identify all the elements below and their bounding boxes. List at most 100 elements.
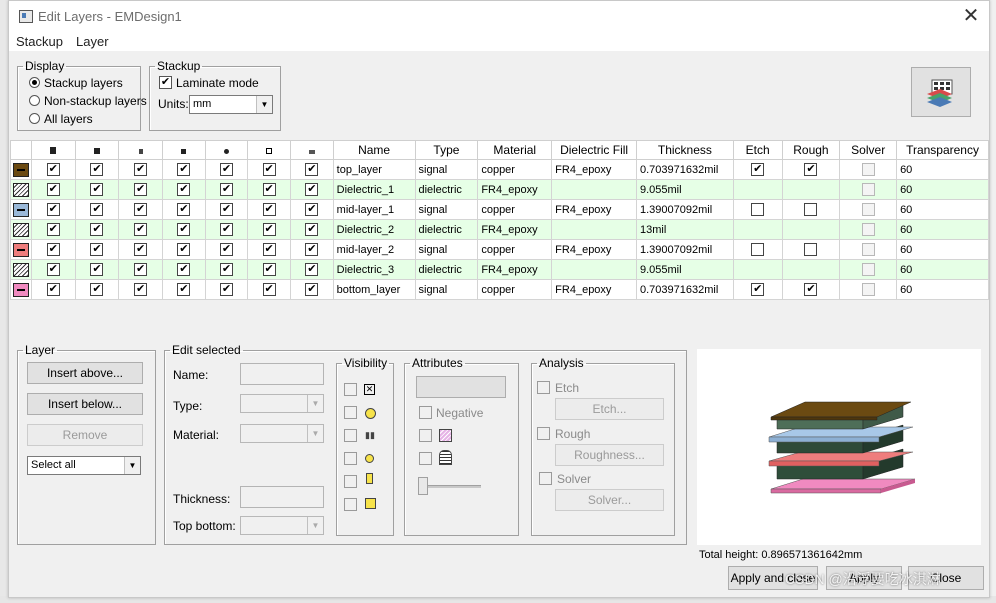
table-row[interactable]: ✔ ✔ ✔ ✔ ✔ ✔ ✔ Dielectric_1 dielectric FR4_epoxy 9.… [10,179,989,200]
layer-transparency[interactable]: 60 [896,199,989,220]
header-thickness[interactable]: Thickness [635,140,734,160]
visible-checkbox[interactable]: ✔ [30,239,76,260]
negative-checkbox[interactable] [419,406,432,419]
header-fill-icon[interactable] [74,140,120,160]
edge-checkbox[interactable]: ✔ [118,219,163,240]
edge-checkbox[interactable]: ✔ [118,279,163,300]
layer-dielectric-fill[interactable]: FR4_epoxy [551,199,637,220]
visibility-checkbox-2[interactable] [344,406,357,419]
solver-checkbox[interactable] [839,259,898,280]
radio-stackup-layers-label[interactable]: Stackup layers [44,76,123,90]
header-transparency[interactable]: Transparency [896,140,989,160]
edge-checkbox[interactable]: ✔ [118,199,163,220]
trace-checkbox[interactable]: ✔ [289,219,334,240]
header-trace-icon[interactable] [289,140,334,160]
etch-checkbox[interactable]: ✔ [732,159,783,180]
lock-checkbox[interactable]: ✔ [247,179,291,200]
solver-checkbox[interactable] [839,159,898,180]
pad-checkbox[interactable]: ✔ [204,199,249,220]
header-etch[interactable]: Etch [732,140,783,160]
insert-below-button[interactable]: Insert below... [27,393,143,415]
layer-dielectric-fill[interactable]: FR4_epoxy [551,159,637,180]
table-row[interactable]: ✔ ✔ ✔ ✔ ✔ ✔ ✔ bottom_layer signal copper FR4_epoxy… [10,279,989,300]
layer-name[interactable]: Dielectric_3 [332,259,416,280]
layer-thickness[interactable]: 1.39007092mil [635,239,734,260]
lock-checkbox[interactable] [419,452,432,465]
thickness-field[interactable] [240,486,324,508]
radio-all-layers-label[interactable]: All layers [44,112,93,126]
layer-dielectric-fill[interactable]: FR4_epoxy [551,239,637,260]
layer-name[interactable]: top_layer [332,159,416,180]
solver-checkbox[interactable] [839,279,898,300]
close-window-icon[interactable]: ✕ [959,4,983,28]
type-select[interactable]: ▼ [240,394,324,413]
pad-checkbox[interactable]: ✔ [204,219,249,240]
fill-checkbox[interactable]: ✔ [74,179,120,200]
radio-non-stackup-layers-label[interactable]: Non-stackup layers [44,94,147,108]
layer-type[interactable]: signal [414,239,479,260]
edge-checkbox[interactable]: ✔ [118,239,163,260]
via-checkbox[interactable]: ✔ [161,239,206,260]
rough-checkbox[interactable] [781,239,841,260]
fill-checkbox[interactable]: ✔ [74,159,120,180]
layer-color-swatch[interactable] [10,239,32,260]
visibility-checkbox-1[interactable] [344,383,357,396]
layer-transparency[interactable]: 60 [896,179,989,200]
layer-name[interactable]: Dielectric_1 [332,179,416,200]
layer-type[interactable]: dielectric [414,219,479,240]
menu-stackup[interactable]: Stackup [16,34,63,49]
trace-checkbox[interactable]: ✔ [289,259,334,280]
fill-checkbox[interactable]: ✔ [74,279,120,300]
radio-stackup-layers[interactable] [29,77,40,88]
header-material[interactable]: Material [477,140,553,160]
via-checkbox[interactable]: ✔ [161,159,206,180]
rough-checkbox[interactable] [781,199,841,220]
via-checkbox[interactable]: ✔ [161,199,206,220]
layer-thickness[interactable]: 9.055mil [635,179,734,200]
trace-checkbox[interactable]: ✔ [289,179,334,200]
visible-checkbox[interactable]: ✔ [30,179,76,200]
material-select[interactable]: ▼ [240,424,324,443]
color-button[interactable] [416,376,506,398]
layer-name[interactable]: mid-layer_1 [332,199,416,220]
layer-transparency[interactable]: 60 [896,259,989,280]
layer-type[interactable]: dielectric [414,259,479,280]
name-field[interactable] [240,363,324,385]
header-dielectric-fill[interactable]: Dielectric Fill [551,140,637,160]
lock-checkbox[interactable]: ✔ [247,279,291,300]
layer-dielectric-fill[interactable]: FR4_epoxy [551,279,637,300]
fill-checkbox[interactable]: ✔ [74,219,120,240]
layer-type[interactable]: dielectric [414,179,479,200]
lock-checkbox[interactable]: ✔ [247,219,291,240]
visibility-checkbox-6[interactable] [344,498,357,511]
layer-type[interactable]: signal [414,279,479,300]
fill-checkbox[interactable]: ✔ [74,199,120,220]
lock-checkbox[interactable]: ✔ [247,199,291,220]
layer-material[interactable]: FR4_epoxy [477,179,553,200]
header-type[interactable]: Type [414,140,479,160]
layer-dielectric-fill[interactable] [551,259,637,280]
visible-checkbox[interactable]: ✔ [30,159,76,180]
pad-checkbox[interactable]: ✔ [204,259,249,280]
transparency-slider-track[interactable] [419,485,481,488]
layer-dielectric-fill[interactable] [551,219,637,240]
layer-name[interactable]: Dielectric_2 [332,219,416,240]
table-row[interactable]: ✔ ✔ ✔ ✔ ✔ ✔ ✔ top_layer signal copper FR4_epoxy 0.7… [10,159,989,180]
table-row[interactable]: ✔ ✔ ✔ ✔ ✔ ✔ ✔ Dielectric_2 dielectric FR4_epoxy 13… [10,219,989,240]
edge-checkbox[interactable]: ✔ [118,159,163,180]
rough-checkbox[interactable]: ✔ [781,159,841,180]
radio-non-stackup-layers[interactable] [29,95,40,106]
trace-checkbox[interactable]: ✔ [289,199,334,220]
transparency-slider-thumb[interactable] [418,477,428,495]
etch-checkbox[interactable] [732,199,783,220]
visibility-checkbox-3[interactable] [344,429,357,442]
rough-checkbox[interactable]: ✔ [781,279,841,300]
pad-checkbox[interactable]: ✔ [204,239,249,260]
trace-checkbox[interactable]: ✔ [289,239,334,260]
units-select[interactable]: mm ▼ [189,95,273,114]
roughness-button[interactable]: Roughness... [555,444,664,466]
layer-color-swatch[interactable] [10,199,32,220]
layer-transparency[interactable]: 60 [896,279,989,300]
layer-name[interactable]: mid-layer_2 [332,239,416,260]
insert-above-button[interactable]: Insert above... [27,362,143,384]
